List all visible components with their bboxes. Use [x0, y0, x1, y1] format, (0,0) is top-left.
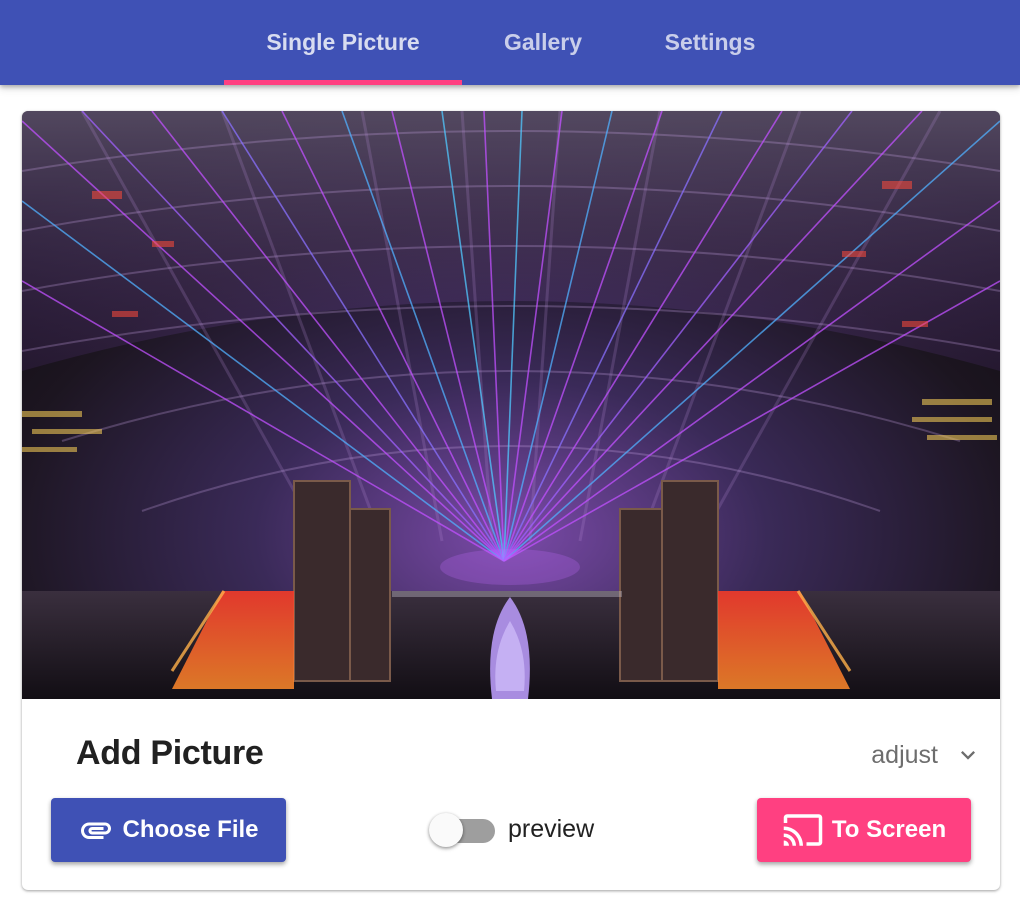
tab-gallery[interactable]: Gallery — [462, 0, 624, 85]
to-screen-button[interactable]: To Screen — [757, 798, 971, 862]
card-title: Add Picture — [76, 734, 264, 772]
picture-preview-image — [22, 111, 1000, 699]
choose-file-button[interactable]: Choose File — [51, 798, 286, 862]
preview-toggle-label: preview — [508, 815, 595, 843]
tab-settings[interactable]: Settings — [624, 0, 796, 85]
chevron-down-icon — [961, 751, 975, 760]
picture-card: Add Picture adjust Choose File preview T… — [22, 111, 1000, 890]
cast-icon — [783, 814, 823, 846]
tab-single-picture[interactable]: Single Picture — [224, 0, 462, 85]
active-tab-indicator — [224, 80, 462, 85]
tab-label: Settings — [664, 29, 756, 55]
choose-file-label: Choose File — [122, 816, 259, 843]
preview-toggle[interactable] — [429, 813, 497, 847]
tab-label: Gallery — [504, 29, 582, 55]
paperclip-icon — [81, 822, 112, 839]
adjust-expand-toggle[interactable]: adjust — [871, 737, 982, 773]
toggle-thumb — [429, 813, 463, 847]
adjust-label: adjust — [871, 740, 938, 769]
tab-label: Single Picture — [266, 29, 420, 55]
app-bar: Single Picture Gallery Settings — [0, 0, 1020, 85]
to-screen-label: To Screen — [831, 816, 947, 843]
